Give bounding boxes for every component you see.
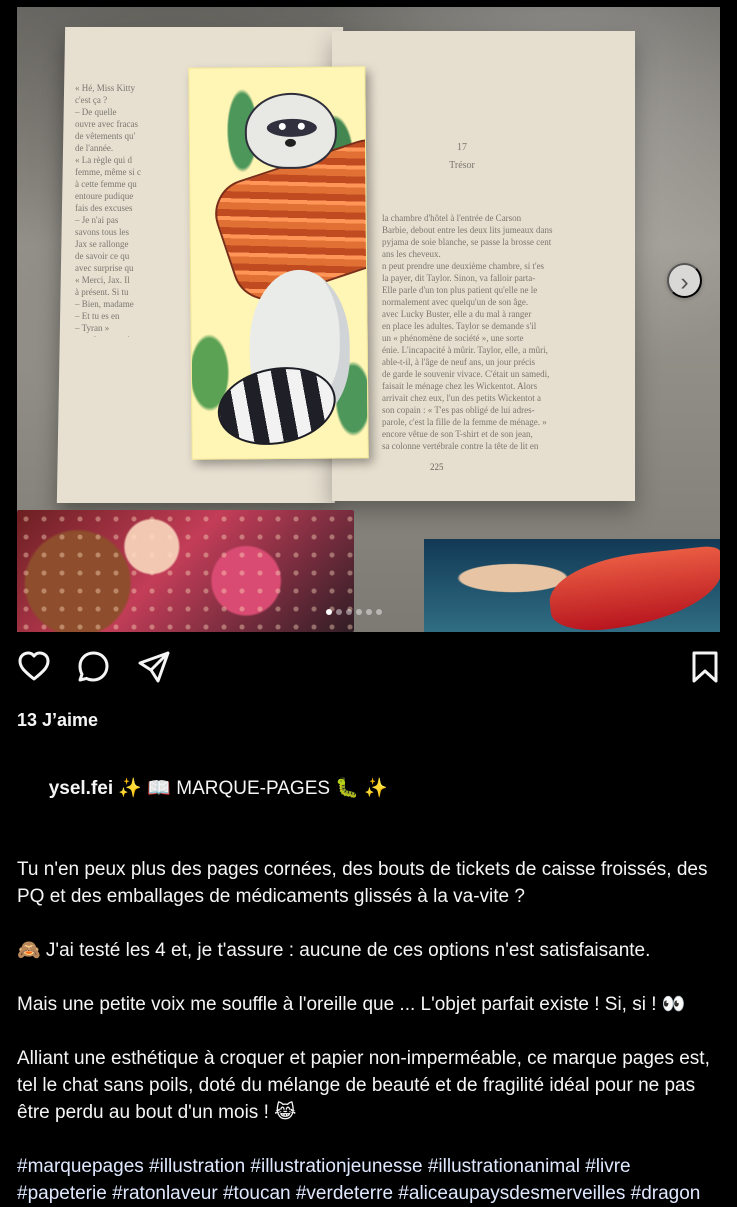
caption-title-line: ysel.fei ✨ 📖 MARQUE-PAGES 🐛 ✨ [17,748,722,829]
caption-spacer-5 [17,1126,722,1153]
carousel-dot-5 [366,609,372,615]
carousel-dot-6 [376,609,382,615]
paper-plane-icon[interactable] [137,650,171,684]
raccoon-bookmark [188,66,369,460]
raccoon-mask [266,118,317,138]
chapter-number: 17 [457,142,467,153]
bookmark-outline-icon[interactable] [688,650,722,684]
chevron-right-icon: › [680,268,689,296]
caption-spacer-2 [17,910,722,937]
post-action-bar [17,650,720,686]
raccoon-right-eye [297,122,305,130]
right-page-heading: 17 Trésor [427,139,497,175]
like-count[interactable]: 13 J’aime [17,709,98,731]
caption-spacer-3 [17,964,722,991]
post-caption: ysel.fei ✨ 📖 MARQUE-PAGES 🐛 ✨ Tu n'en pe… [17,748,722,1207]
caption-paragraph-3: Mais une petite voix me souffle à l'orei… [17,994,686,1015]
toucan-bookmark-card [424,539,720,632]
raccoon-head-illustration [244,92,338,170]
post-carousel-image[interactable]: « Hé, Miss Kitty c'est ça ? – De quelle … [17,7,720,632]
carousel-dot-1 [326,609,332,615]
raccoon-nose [284,138,296,147]
carousel-pagination [326,607,382,617]
caption-title: ✨ 📖 MARQUE-PAGES 🐛 ✨ [113,778,388,799]
caption-paragraph-2: 🙈 J'ai testé les 4 et, je t'assure : auc… [17,940,651,961]
carousel-dot-3 [346,609,352,615]
caption-spacer-4 [17,1018,722,1045]
chapter-title: Trésor [449,160,475,171]
right-page-text: la chambre d'hôtel à l'entrée de Carson … [382,213,553,451]
carousel-dot-2 [336,609,342,615]
caption-hashtags[interactable]: #marquepages #illustration #illustration… [17,1153,722,1207]
floral-bookmark-card [17,510,354,632]
right-page-number: 225 [430,462,444,472]
carousel-next-button[interactable]: › [667,263,702,298]
caption-paragraph-1: Tu n'en peux plus des pages cornées, des… [17,859,713,907]
heart-outline-icon[interactable] [17,650,51,684]
caption-username[interactable]: ysel.fei [49,778,113,799]
carousel-dot-4 [356,609,362,615]
caption-paragraph-4: Alliant une esthétique à croquer et papi… [17,1048,716,1123]
toucan-beak-illustration [545,545,720,632]
comment-bubble-icon[interactable] [77,650,111,684]
left-page-text: « Hé, Miss Kitty c'est ça ? – De quelle … [75,83,141,337]
caption-spacer-1 [17,829,722,856]
raccoon-left-eye [278,122,286,130]
